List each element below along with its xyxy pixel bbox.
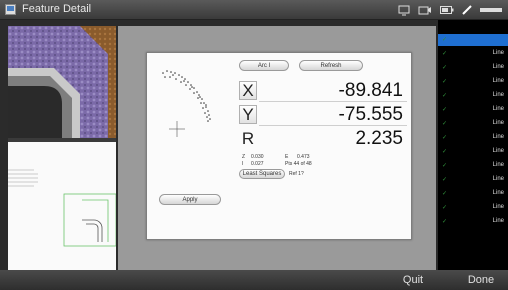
display-icon[interactable] <box>398 5 410 16</box>
stat-i-label: I <box>242 161 244 167</box>
check-icon: ✓ <box>442 177 448 183</box>
stat-z-value: 0.030 <box>251 154 264 160</box>
part-view[interactable] <box>8 142 117 270</box>
feature-list: ✓ ✓ Line ✓ Line ✓ Line ✓ Line ✓ Line ✓ Line ✓ L… <box>438 20 508 270</box>
feature-list-item[interactable]: ✓ Line <box>438 174 508 186</box>
stat-e-label: E <box>285 154 289 160</box>
center-crosshair <box>169 121 185 137</box>
arc-button[interactable]: Arc I <box>239 60 289 71</box>
check-icon: ✓ <box>442 107 448 113</box>
feature-list-item[interactable]: ✓ Line <box>438 104 508 116</box>
feature-list-item[interactable]: ✓ Line <box>438 216 508 228</box>
check-icon: ✓ <box>442 37 448 43</box>
feature-list-item[interactable]: ✓ Line <box>438 160 508 172</box>
title-bar-icons <box>398 3 502 17</box>
app-icon <box>5 4 16 15</box>
camera-icon[interactable] <box>418 5 432 15</box>
y-divider <box>259 125 407 126</box>
feature-list-item[interactable]: ✓ Line <box>438 202 508 214</box>
stat-e-value: 0.473 <box>297 154 310 160</box>
stat-i-value: 0.027 <box>251 161 264 167</box>
feature-list-item[interactable]: ✓ Line <box>438 76 508 88</box>
points-count: Pts 44 of 48 <box>285 161 312 167</box>
feature-list-item[interactable]: ✓ Line <box>438 62 508 74</box>
feature-list-item[interactable]: ✓ Line <box>438 90 508 102</box>
check-icon: ✓ <box>442 93 448 99</box>
video-view[interactable] <box>8 26 116 138</box>
x-value: -89.841 <box>338 80 403 101</box>
quit-button[interactable]: Quit <box>388 270 438 290</box>
feature-list-item[interactable]: ✓ Line <box>438 146 508 158</box>
feature-list-item[interactable]: ✓ <box>438 34 508 46</box>
menu-bar-icon[interactable] <box>480 6 502 14</box>
done-button[interactable]: Done <box>454 270 508 290</box>
check-icon: ✓ <box>442 191 448 197</box>
feature-list-item[interactable]: ✓ Line <box>438 132 508 144</box>
check-icon: ✓ <box>442 163 448 169</box>
pencil-icon[interactable] <box>462 5 472 15</box>
feature-list-item[interactable]: ✓ Line <box>438 188 508 200</box>
check-icon: ✓ <box>442 65 448 71</box>
battery-icon <box>440 6 454 14</box>
check-icon: ✓ <box>442 79 448 85</box>
feature-list-item[interactable]: ✓ Line <box>438 118 508 130</box>
check-icon: ✓ <box>442 149 448 155</box>
least-squares-button[interactable]: Least Squares <box>239 169 285 179</box>
check-icon: ✓ <box>442 219 448 225</box>
window-title: Feature Detail <box>22 3 92 15</box>
y-label: Y <box>239 105 257 124</box>
fit-note: Ref 1? <box>289 171 304 177</box>
video-image <box>8 26 116 138</box>
feature-list-item[interactable]: ✓ Line <box>438 48 508 60</box>
refresh-button[interactable]: Refresh <box>299 60 363 71</box>
stat-z-label: Z <box>242 154 246 160</box>
x-divider <box>259 101 407 102</box>
check-icon: ✓ <box>442 51 448 57</box>
y-value: -75.555 <box>338 104 403 125</box>
left-panel <box>8 26 117 270</box>
r-value: 2.235 <box>355 128 403 149</box>
apply-button[interactable]: Apply <box>159 194 221 205</box>
feature-detail-panel: Arc I Refresh X -89.841 Y -75.555 R 2.23… <box>146 52 412 240</box>
check-icon: ✓ <box>442 121 448 127</box>
check-icon: ✓ <box>442 205 448 211</box>
r-label: R <box>241 128 255 148</box>
feature-points-plot <box>162 70 211 137</box>
measured-points <box>162 70 211 122</box>
title-bar: Feature Detail <box>0 0 508 20</box>
x-label: X <box>239 81 257 100</box>
part-drawing <box>8 169 117 247</box>
bottom-bar: Quit Done <box>0 270 508 290</box>
check-icon: ✓ <box>442 135 448 141</box>
